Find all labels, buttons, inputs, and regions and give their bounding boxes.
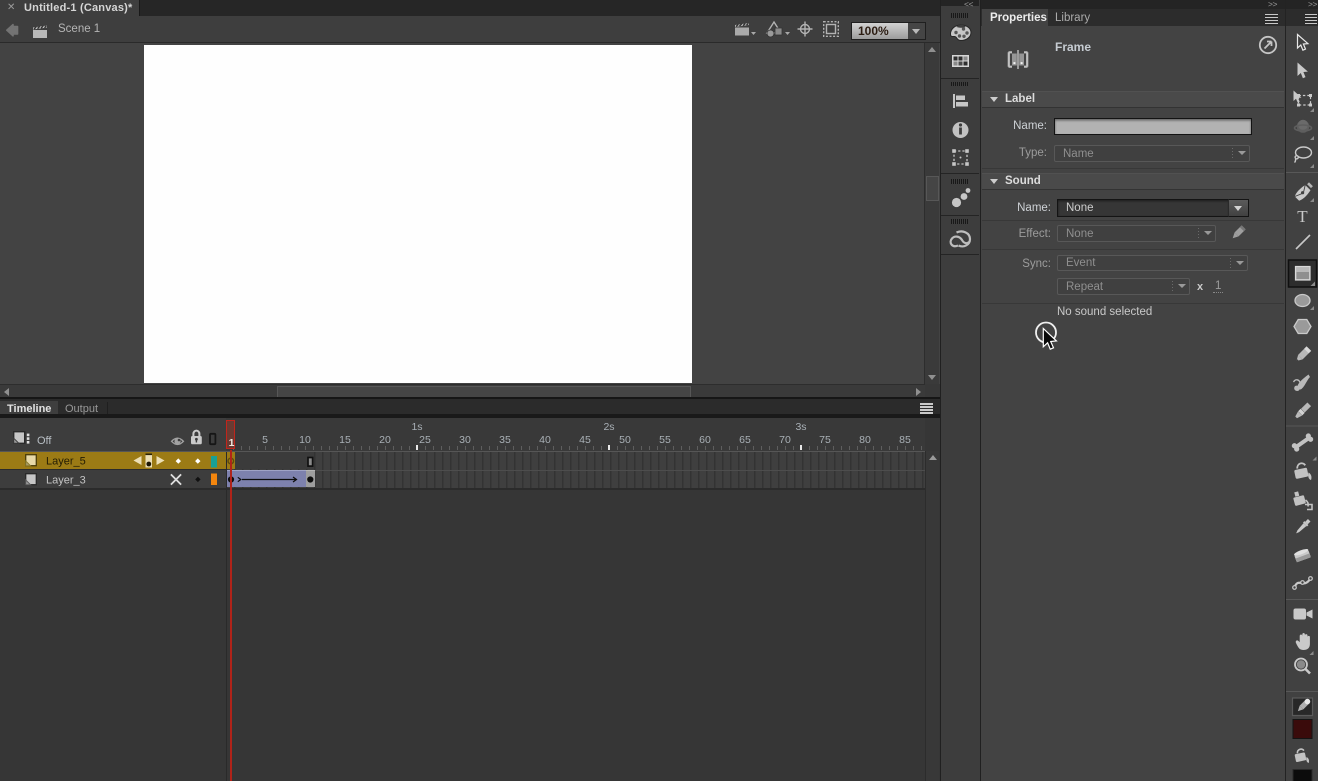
svg-text:Layer_5: Layer_5 xyxy=(46,456,86,468)
svg-text:T: T xyxy=(1297,207,1308,226)
svg-text:Off: Off xyxy=(37,435,52,447)
svg-text:Layer_3: Layer_3 xyxy=(46,475,86,487)
